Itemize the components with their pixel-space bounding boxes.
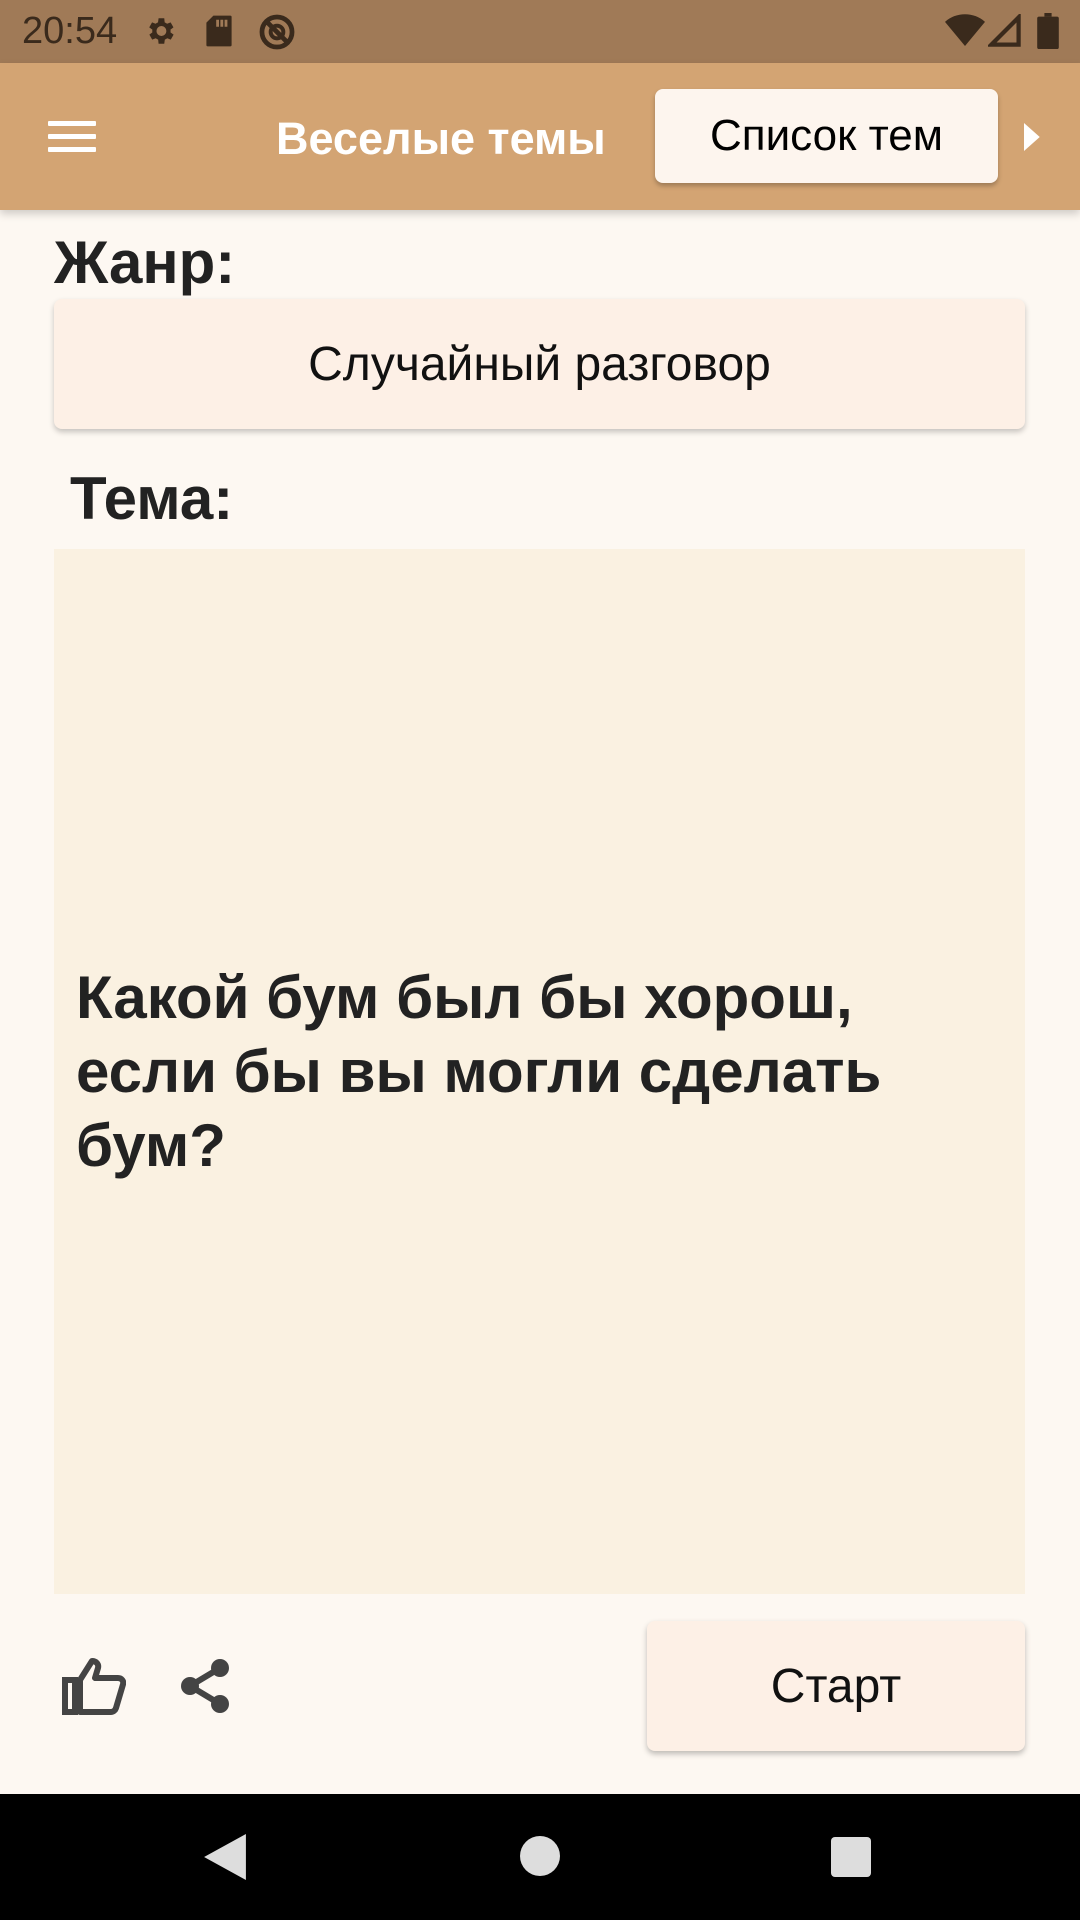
- menu-icon[interactable]: [48, 121, 98, 155]
- status-time: 20:54: [22, 10, 118, 52]
- back-icon[interactable]: [204, 1834, 246, 1880]
- home-icon[interactable]: [520, 1836, 560, 1876]
- status-bar: 20:54: [0, 0, 1080, 63]
- topic-list-button[interactable]: Список тем: [655, 89, 998, 183]
- genre-label: Жанр:: [54, 229, 236, 296]
- sd-card-icon: [206, 15, 232, 47]
- signal-icon: [988, 14, 1021, 47]
- genre-button[interactable]: Случайный разговор: [54, 299, 1025, 429]
- start-button[interactable]: Старт: [647, 1621, 1025, 1751]
- chevron-right-icon[interactable]: [1022, 123, 1040, 151]
- no-disturb-icon: [259, 14, 295, 50]
- recents-icon[interactable]: [831, 1837, 871, 1877]
- nav-bar: [0, 1794, 1080, 1920]
- app-title: Веселые темы: [276, 113, 606, 164]
- battery-icon: [1037, 13, 1059, 49]
- thumbs-up-icon[interactable]: [62, 1656, 126, 1716]
- app-screen: 20:54 Веселые темы Список тем Жанр: Случ…: [0, 0, 1080, 1920]
- topic-label: Тема:: [70, 465, 234, 532]
- settings-icon: [149, 18, 174, 44]
- wifi-icon: [945, 14, 985, 47]
- topic-card: Какой бум был бы хорош, если бы вы могли…: [54, 549, 1025, 1594]
- topic-text: Какой бум был бы хорош, если бы вы могли…: [76, 963, 882, 1179]
- share-icon[interactable]: [178, 1658, 232, 1714]
- app-bar: Веселые темы Список тем: [0, 63, 1080, 210]
